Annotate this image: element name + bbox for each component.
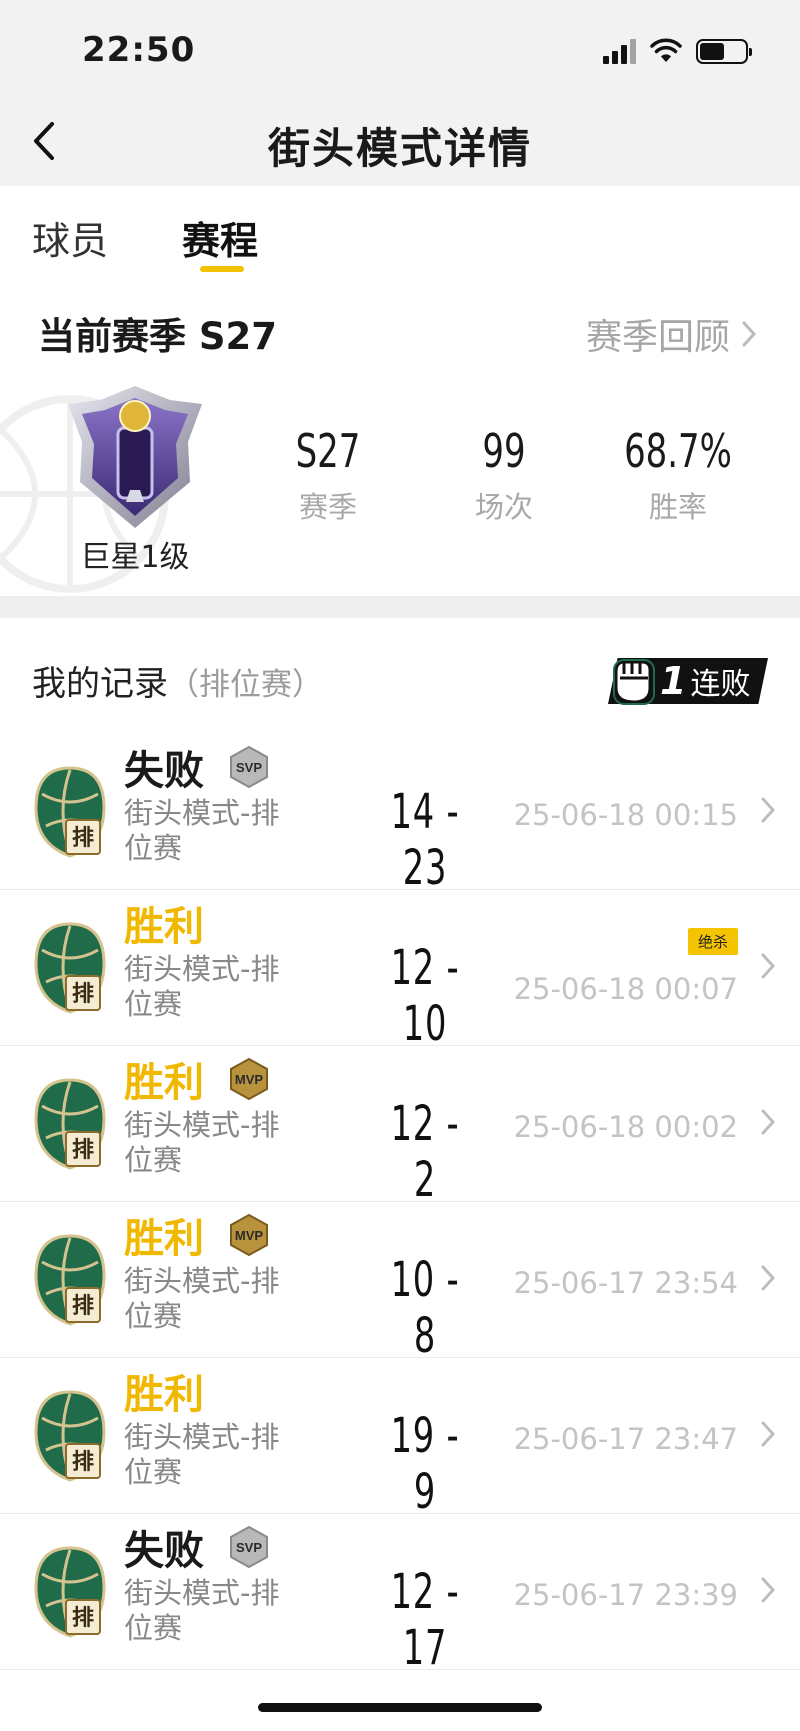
chevron-right-icon <box>761 1265 776 1291</box>
match-score: 14 - 23 <box>390 784 460 896</box>
battery-icon <box>696 38 752 64</box>
street-ranked-mode-icon: 排 <box>34 766 106 858</box>
street-ranked-mode-icon: 排 <box>34 1234 106 1326</box>
status-icons <box>603 38 752 64</box>
stat-matches-label: 场次 <box>474 490 533 524</box>
mode-icon-char: 排 <box>72 1606 94 1631</box>
chevron-right-icon <box>761 1109 776 1135</box>
badge-text: MVP <box>235 1072 264 1087</box>
mode-icon-char: 排 <box>72 1450 94 1475</box>
match-date: 25-06-18 00:15 <box>513 798 738 832</box>
stat-matches-value: 99 <box>482 424 526 478</box>
match-date: 25-06-17 23:39 <box>513 1578 738 1612</box>
buzzer-beater-tag: 绝杀 <box>687 928 738 955</box>
match-row[interactable]: 排 胜利 MVP 街头模式-排位赛 10 - 8 25-06-17 23:54 <box>0 1202 800 1364</box>
mode-icon-char: 排 <box>72 1294 94 1319</box>
street-ranked-mode-icon: 排 <box>34 1546 106 1638</box>
match-row[interactable]: 排 胜利 街头模式-排位赛 19 - 9 25-06-17 23:47 <box>0 1358 800 1520</box>
mvp-badge-icon: MVP <box>230 1214 268 1256</box>
top-header: 22:50 街头模式详情 <box>0 0 800 186</box>
chevron-right-icon <box>761 1421 776 1447</box>
stat-winrate: 68.7% 胜率 <box>598 424 758 526</box>
match-score: 12 - 2 <box>390 1096 460 1208</box>
mode-icon-char: 排 <box>72 982 94 1007</box>
match-date: 25-06-17 23:54 <box>513 1266 738 1300</box>
streak-label: 连败 <box>690 667 751 702</box>
section-divider <box>0 596 800 618</box>
records-title-sub: （排位赛） <box>168 667 323 703</box>
fist-icon <box>613 659 655 705</box>
badge-text: MVP <box>235 1228 264 1243</box>
tab-players[interactable]: 球员 <box>32 210 108 265</box>
tab-schedule[interactable]: 赛程 <box>182 210 258 265</box>
chevron-right-icon <box>761 797 776 823</box>
tab-bar: 球员 赛程 <box>0 186 800 284</box>
stat-season-label: 赛季 <box>298 490 357 524</box>
mode-icon-char: 排 <box>72 826 94 851</box>
home-indicator[interactable] <box>258 1703 542 1712</box>
match-row[interactable]: 排 失败 SVP 街头模式-排位赛 12 - 17 25-06-17 23:39 <box>0 1514 800 1676</box>
badge-text: SVP <box>236 1540 262 1555</box>
match-mode: 街头模式-排位赛 <box>124 1420 280 1489</box>
stat-matches: 99 场次 <box>424 424 584 526</box>
match-row[interactable]: 排 胜利 MVP 街头模式-排位赛 12 - 2 25-06-18 00:02 <box>0 1046 800 1208</box>
cellular-signal-icon <box>603 38 636 64</box>
match-mode: 街头模式-排位赛 <box>124 1576 280 1645</box>
match-mode: 街头模式-排位赛 <box>124 1264 280 1333</box>
match-date: 25-06-18 00:07 <box>513 972 738 1006</box>
records-title-main: 我的记录 <box>32 664 168 704</box>
active-tab-indicator <box>200 266 244 272</box>
chevron-right-icon <box>761 1577 776 1603</box>
chevron-right-icon <box>742 321 756 347</box>
match-score: 19 - 9 <box>390 1408 460 1520</box>
stat-winrate-value: 68.7% <box>624 424 732 478</box>
mvp-badge-icon: MVP <box>230 1058 268 1100</box>
match-score: 10 - 8 <box>390 1252 460 1364</box>
match-score: 12 - 17 <box>390 1564 460 1676</box>
page-title: 街头模式详情 <box>267 124 532 173</box>
match-result: 胜利 <box>124 904 204 950</box>
wifi-icon <box>650 38 682 62</box>
mode-icon-char: 排 <box>72 1138 94 1163</box>
season-card: 当前赛季 S27 赛季回顾 巨星1级 S27 赛季 99 场次 68.7% 胜率 <box>0 284 800 596</box>
match-result: 胜利 <box>124 1216 204 1262</box>
match-score: 12 - 10 <box>390 940 460 1052</box>
match-mode: 街头模式-排位赛 <box>124 796 280 865</box>
season-review-label: 赛季回顾 <box>585 317 730 358</box>
match-row[interactable]: 排 失败 SVP 街头模式-排位赛 14 - 23 25-06-18 00:15 <box>0 734 800 896</box>
street-ranked-mode-icon: 排 <box>34 1078 106 1170</box>
superstar-rank-badge-icon <box>68 386 202 528</box>
street-ranked-mode-icon: 排 <box>34 922 106 1014</box>
stat-season: S27 赛季 <box>248 424 408 526</box>
streak-count: 1 <box>660 659 687 703</box>
records-header: 我的记录（排位赛） 1 连败 <box>0 618 800 734</box>
match-row[interactable]: 排 胜利 街头模式-排位赛 12 - 10 绝杀 25-06-18 00:07 <box>0 890 800 1052</box>
match-mode: 街头模式-排位赛 <box>124 1108 280 1177</box>
stat-season-value: S27 <box>295 424 361 478</box>
records-title: 我的记录（排位赛） <box>32 656 323 705</box>
match-result: 胜利 <box>124 1060 204 1106</box>
match-result: 失败 <box>124 748 204 794</box>
svp-badge-icon: SVP <box>230 746 268 788</box>
match-mode: 街头模式-排位赛 <box>124 952 280 1021</box>
match-list: 排 失败 SVP 街头模式-排位赛 14 - 23 25-06-18 00:15… <box>0 734 800 1676</box>
match-date: 25-06-17 23:47 <box>513 1422 738 1456</box>
match-result: 失败 <box>124 1528 204 1574</box>
match-result: 胜利 <box>124 1372 204 1418</box>
chevron-right-icon <box>761 953 776 979</box>
status-time: 22:50 <box>82 30 196 70</box>
street-ranked-mode-icon: 排 <box>34 1390 106 1482</box>
badge-text: SVP <box>236 760 262 775</box>
rank-label: 巨星1级 <box>80 540 190 575</box>
stat-winrate-label: 胜率 <box>648 490 707 524</box>
match-date: 25-06-18 00:02 <box>513 1110 738 1144</box>
season-review-link[interactable]: 赛季回顾 <box>586 308 756 360</box>
svp-badge-icon: SVP <box>230 1526 268 1568</box>
season-title: 当前赛季 S27 <box>38 315 278 358</box>
